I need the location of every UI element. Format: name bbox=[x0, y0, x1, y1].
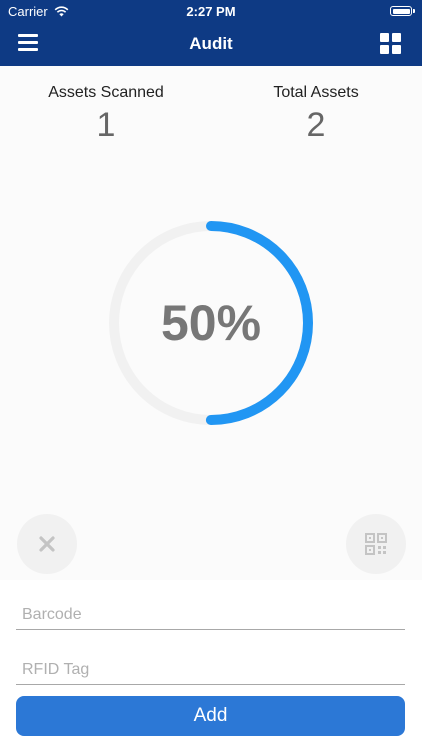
qr-code-icon bbox=[365, 533, 387, 555]
scan-qr-button[interactable] bbox=[346, 514, 406, 574]
status-bar: Carrier 2:27 PM bbox=[0, 0, 422, 22]
grid-view-icon[interactable] bbox=[380, 33, 402, 55]
assets-scanned-stat: Assets Scanned 1 bbox=[16, 84, 196, 145]
status-time: 2:27 PM bbox=[186, 4, 236, 19]
close-icon bbox=[39, 536, 55, 552]
barcode-input[interactable] bbox=[16, 602, 405, 630]
assets-scanned-value: 1 bbox=[96, 106, 116, 144]
nav-bar: Audit bbox=[0, 22, 422, 66]
assets-scanned-label: Assets Scanned bbox=[48, 84, 164, 101]
clear-button[interactable] bbox=[17, 514, 77, 574]
progress-percent: 50% bbox=[160, 295, 262, 351]
total-assets-stat: Total Assets 2 bbox=[226, 84, 406, 145]
battery-icon bbox=[390, 6, 415, 16]
total-assets-value: 2 bbox=[306, 106, 326, 144]
asset-entry-form: Add bbox=[0, 580, 422, 750]
rfid-tag-input[interactable] bbox=[16, 657, 405, 685]
page-title: Audit bbox=[189, 34, 233, 53]
add-button[interactable]: Add bbox=[16, 696, 405, 736]
app-header: Carrier 2:27 PM Audit bbox=[0, 0, 422, 66]
total-assets-label: Total Assets bbox=[273, 84, 359, 101]
